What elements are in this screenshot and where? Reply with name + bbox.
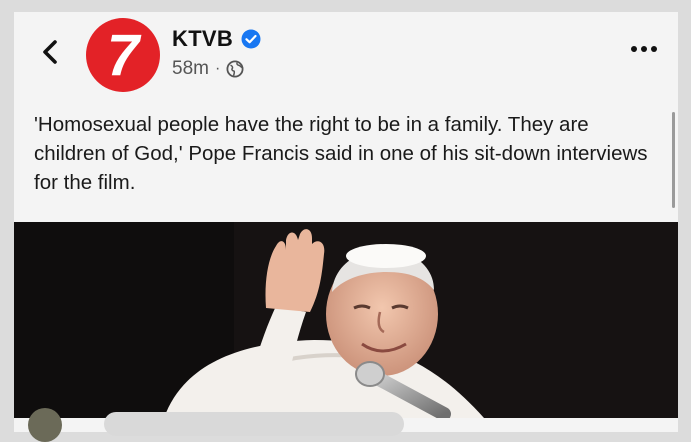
more-horizontal-icon [631,46,657,52]
post-header: 7 KTVB 58m · [14,12,678,104]
comment-bubble[interactable] [104,412,404,436]
page-name[interactable]: KTVB [172,26,233,52]
post-meta: 58m · [172,58,244,80]
verified-badge-icon [241,29,261,49]
post-photo[interactable] [14,222,678,418]
scrollbar[interactable] [672,112,675,208]
more-options-button[interactable] [624,34,664,64]
post-caption: 'Homosexual people have the right to be … [34,113,648,194]
page-avatar[interactable]: 7 [86,18,160,92]
chevron-left-icon [43,40,57,64]
commenter-avatar[interactable] [28,408,62,442]
meta-separator: · [214,60,221,77]
post-card: 7 KTVB 58m · 'Homosexual people have the… [14,12,678,432]
avatar-logo-text: 7 [106,23,140,88]
globe-icon [226,60,244,78]
page-name-row: KTVB [172,26,261,52]
post-timestamp[interactable]: 58m [172,58,209,80]
back-button[interactable] [32,34,68,70]
photo-image [14,222,678,418]
